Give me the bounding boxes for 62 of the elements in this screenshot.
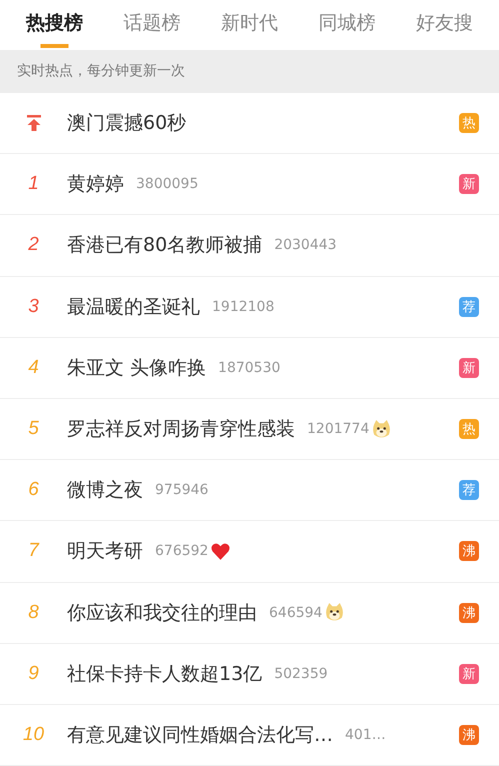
list-row[interactable]: 10 有意见建议同性婚姻合法化写… 401… 沸 [0, 704, 499, 766]
rank-number: 8 [28, 602, 39, 624]
list-row[interactable]: 2 香港已有80名教师被捕 2030443 [0, 215, 499, 277]
list-row[interactable]: 澳门震撼60秒 热 [0, 93, 499, 154]
search-count: 401… [345, 726, 386, 743]
hot-badge: 荐 [459, 480, 479, 500]
list-row[interactable]: 5 罗志祥反对周扬青穿性感装 1201774 热 [0, 398, 499, 460]
search-count: 1912108 [212, 298, 274, 315]
topic-title: 明天考研 [67, 539, 143, 564]
topic-title: 你应该和我交往的理由 [67, 600, 257, 626]
list-row[interactable]: 1 黄婷婷 3800095 新 [0, 154, 499, 216]
topic-title: 微博之夜 [67, 478, 143, 504]
rank-number: 2 [28, 234, 39, 256]
topic-title: 黄婷婷 [67, 172, 124, 198]
topic-title: 罗志祥反对周扬青穿性感装 [67, 417, 295, 442]
pin-top-icon [24, 114, 42, 132]
hot-badge: 新 [459, 174, 479, 194]
rank-number: 10 [22, 724, 44, 746]
search-count: 676592 [155, 543, 208, 560]
rank-number: 6 [28, 479, 39, 502]
rank-number: 7 [28, 540, 39, 562]
topic-title: 朱亚文 头像咋换 [67, 356, 206, 381]
rank-number: 4 [28, 356, 39, 379]
list-row[interactable]: 4 朱亚文 头像咋换 1870530 新 [0, 338, 499, 399]
tab[interactable]: 热搜榜 [20, 2, 90, 48]
topic-title: 香港已有80名教师被捕 [67, 233, 262, 258]
list-row[interactable]: 9 社保卡持卡人数超13亿 502359 新 [0, 644, 499, 705]
list-row[interactable]: 7 明天考研 676592 沸 [0, 521, 499, 582]
tab[interactable]: 话题榜 [118, 2, 187, 48]
list-row[interactable]: 8 你应该和我交往的理由 646594 沸 [0, 582, 499, 644]
hot-badge: 热 [459, 419, 479, 440]
topic-title: 有意见建议同性婚姻合法化写… [67, 722, 333, 748]
search-count: 2030443 [274, 237, 337, 254]
notice-bar: 实时热点，每分钟更新一次 [0, 50, 499, 93]
topic-title: 社保卡持卡人数超13亿 [67, 662, 262, 687]
hot-badge: 热 [459, 113, 479, 134]
list-row[interactable]: 3 最温暖的圣诞礼 1912108 荐 [0, 276, 499, 338]
tab[interactable]: 好友搜 [410, 2, 479, 48]
hot-badge: 沸 [459, 602, 479, 623]
search-count: 646594 [269, 604, 322, 621]
search-count: 1201774 [307, 421, 370, 438]
search-count: 3800095 [136, 176, 198, 192]
hot-badge: 新 [459, 664, 479, 684]
search-count: 975946 [155, 482, 208, 498]
topic-title: 澳门震撼60秒 [67, 111, 186, 136]
rank-number: 1 [28, 173, 39, 196]
hot-badge: 荐 [459, 296, 479, 317]
rank-number: 3 [28, 296, 39, 318]
dog-face-icon [324, 602, 346, 624]
dog-face-icon [371, 418, 392, 440]
rank-number: 5 [28, 418, 39, 440]
search-count: 1870530 [218, 360, 280, 376]
search-count: 502359 [274, 666, 328, 682]
topic-title: 最温暖的圣诞礼 [67, 294, 200, 320]
hot-badge: 沸 [459, 724, 479, 745]
rank-number: 9 [28, 662, 39, 685]
heart-icon [210, 540, 232, 562]
tab[interactable]: 新时代 [214, 2, 284, 48]
tab[interactable]: 同城榜 [312, 2, 382, 48]
hot-badge: 新 [459, 358, 479, 378]
list-row[interactable]: 6 微博之夜 975946 荐 [0, 460, 499, 522]
hot-badge: 沸 [459, 541, 479, 562]
